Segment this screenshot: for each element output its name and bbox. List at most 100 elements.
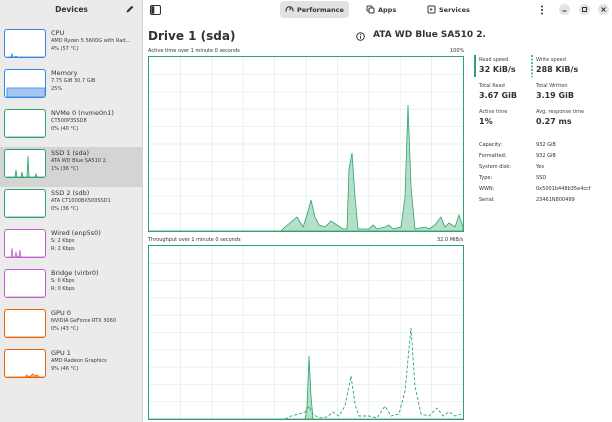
gauge-icon (285, 6, 294, 12)
device-status: 9% (46 °C) (51, 366, 79, 372)
sidebar-item-gpu-1[interactable]: GPU 1 AMD Radeon Graphics 9% (46 °C) (0, 347, 143, 387)
header-bar: Performance Apps Services (143, 0, 612, 20)
device-status: 0% (40 °C) (51, 126, 79, 132)
device-status: R: 0 Kbps (51, 286, 75, 292)
wwn-label: WWN: (479, 186, 495, 192)
write-speed-bar (531, 55, 533, 77)
device-name: GPU 0 (51, 309, 71, 317)
sidebar-item-memory[interactable]: Memory 7.75 GiB 30.7 GiB 25% (0, 67, 143, 107)
capacity-value: 932 GiB (536, 142, 556, 148)
device-detail: AMD Ryzen 5 5600G with Rad… (51, 38, 131, 44)
device-detail: AMD Radeon Graphics (51, 358, 107, 364)
services-icon (427, 5, 436, 14)
device-detail: S: 0 Kbps (51, 278, 75, 284)
device-name: Wired (enp5s0) (51, 229, 101, 237)
device-status: R: 2 Kbps (51, 246, 75, 252)
system-disk-label: System disk: (479, 164, 511, 170)
device-status: 1% (36 °C) (51, 166, 79, 172)
sidebar-header: Devices (0, 0, 143, 20)
pencil-icon[interactable] (125, 4, 135, 14)
device-status: 0% (36 °C) (51, 206, 79, 212)
avg-response-value: 0.27 ms (536, 117, 572, 126)
total-written-value: 3.19 GiB (536, 91, 574, 100)
total-written: Total Written 3.19 GiB (536, 83, 574, 100)
sidebar-item-ssd-2-sdb[interactable]: SSD 2 (sdb) ATA CT1000BX500SSD1 0% (36 °C) (0, 187, 143, 227)
sidebar-toggle-icon[interactable] (149, 4, 162, 16)
total-read: Total Read 3.67 GiB (479, 83, 517, 100)
sidebar-item-nvme-0-nvme0n1[interactable]: NVMe 0 (nvme0n1) CT500P3SSD8 0% (40 °C) (0, 107, 143, 147)
throughput-graph-max: 32.0 MiB/s (437, 237, 464, 243)
device-thumbnail-graph (4, 349, 46, 378)
thumbnail-sparkline (6, 87, 45, 97)
drive-model: ATA WD Blue SA510 2. (373, 30, 486, 40)
system-disk-value: Yes (536, 164, 545, 170)
device-name: GPU 1 (51, 349, 71, 357)
read-speed-bar (474, 55, 476, 77)
capacity-label: Capacity: (479, 142, 503, 148)
thumbnail-sparkline (7, 216, 45, 217)
device-thumbnail-graph (4, 149, 46, 178)
active-time-value: 1% (479, 117, 493, 126)
tab-apps[interactable]: Apps (361, 1, 401, 18)
page-title: Drive 1 (sda) (148, 29, 236, 43)
formatted-label: Formatted: (479, 153, 507, 159)
menu-icon[interactable] (539, 4, 545, 16)
device-detail: CT500P3SSD8 (51, 118, 87, 124)
thumbnail-sparkline (7, 336, 45, 337)
write-speed: Write speed 288 KiB/s (536, 57, 578, 74)
tab-performance-label: Performance (297, 5, 344, 14)
sidebar-title: Devices (55, 5, 88, 14)
device-thumbnail-graph (4, 309, 46, 338)
tab-services[interactable]: Services (422, 1, 475, 18)
total-written-label: Total Written (536, 83, 568, 89)
sidebar-item-wired-enp5s0[interactable]: Wired (enp5s0) S: 2 Kbps R: 2 Kbps (0, 227, 143, 267)
serial-label: Serial: (479, 197, 495, 203)
device-detail: S: 2 Kbps (51, 238, 75, 244)
avg-response-label: Avg. response time (536, 109, 585, 115)
close-icon[interactable] (598, 4, 609, 15)
sidebar-item-ssd-1-sda[interactable]: SSD 1 (sda) ATA WD Blue SA510 2. 1% (36 °C… (0, 147, 143, 187)
device-detail: 7.75 GiB 30.7 GiB (51, 78, 96, 84)
active-graph-label: Active time over 1 minute 0 seconds (148, 48, 240, 54)
device-detail: ATA CT1000BX500SSD1 (51, 198, 111, 204)
read-speed-value: 32 KiB/s (479, 65, 516, 74)
info-icon[interactable] (356, 32, 365, 41)
graph-canvas (149, 246, 463, 419)
wwn-value: 0x5001b448b35e4ccf (536, 186, 591, 192)
device-detail: ATA WD Blue SA510 2. (51, 158, 108, 164)
thumbnail-sparkline (7, 296, 45, 297)
device-thumbnail-graph (4, 109, 46, 138)
device-thumbnail-graph (4, 29, 46, 58)
device-name: NVMe 0 (nvme0n1) (51, 109, 114, 117)
type-label: Type: (479, 175, 493, 181)
maximize-icon[interactable] (579, 4, 590, 15)
device-thumbnail-graph (4, 229, 46, 258)
device-thumbnail-graph (4, 189, 46, 218)
minimize-icon[interactable] (559, 4, 570, 15)
thumbnail-sparkline (7, 373, 45, 377)
device-status: 4% (57 °C) (51, 46, 79, 52)
active-time-graph (148, 56, 464, 232)
sidebar-item-gpu-0[interactable]: GPU 0 NVIDIA GeForce RTX 3060 0% (43 °C) (0, 307, 143, 347)
device-name: Bridge (virbr0) (51, 269, 99, 277)
throughput-graph-label: Throughput over 1 minute 0 seconds (148, 237, 241, 243)
total-read-value: 3.67 GiB (479, 91, 517, 100)
active-graph-max: 100% (450, 48, 465, 54)
tab-performance[interactable]: Performance (280, 1, 349, 18)
sidebar-item-bridge-virbr0[interactable]: Bridge (virbr0) S: 0 Kbps R: 0 Kbps (0, 267, 143, 307)
thumbnail-sparkline (7, 155, 45, 177)
device-detail: NVIDIA GeForce RTX 3060 (51, 318, 116, 324)
device-thumbnail-graph (4, 269, 46, 298)
sidebar-item-cpu[interactable]: CPU AMD Ryzen 5 5600G with Rad… 4% (57 °C) (0, 27, 143, 67)
read-speed-label: Read speed (479, 57, 509, 63)
tab-apps-label: Apps (378, 5, 397, 14)
device-status: 25% (51, 86, 63, 92)
device-name: Memory (51, 69, 78, 77)
apps-icon (366, 5, 375, 14)
serial-value: 23461N800499 (536, 197, 575, 203)
active-time: Active time 1% (479, 109, 507, 126)
active-time-label: Active time (479, 109, 508, 115)
device-name: SSD 2 (sdb) (51, 189, 90, 197)
thumbnail-sparkline (7, 52, 45, 57)
graph-canvas (149, 57, 463, 231)
